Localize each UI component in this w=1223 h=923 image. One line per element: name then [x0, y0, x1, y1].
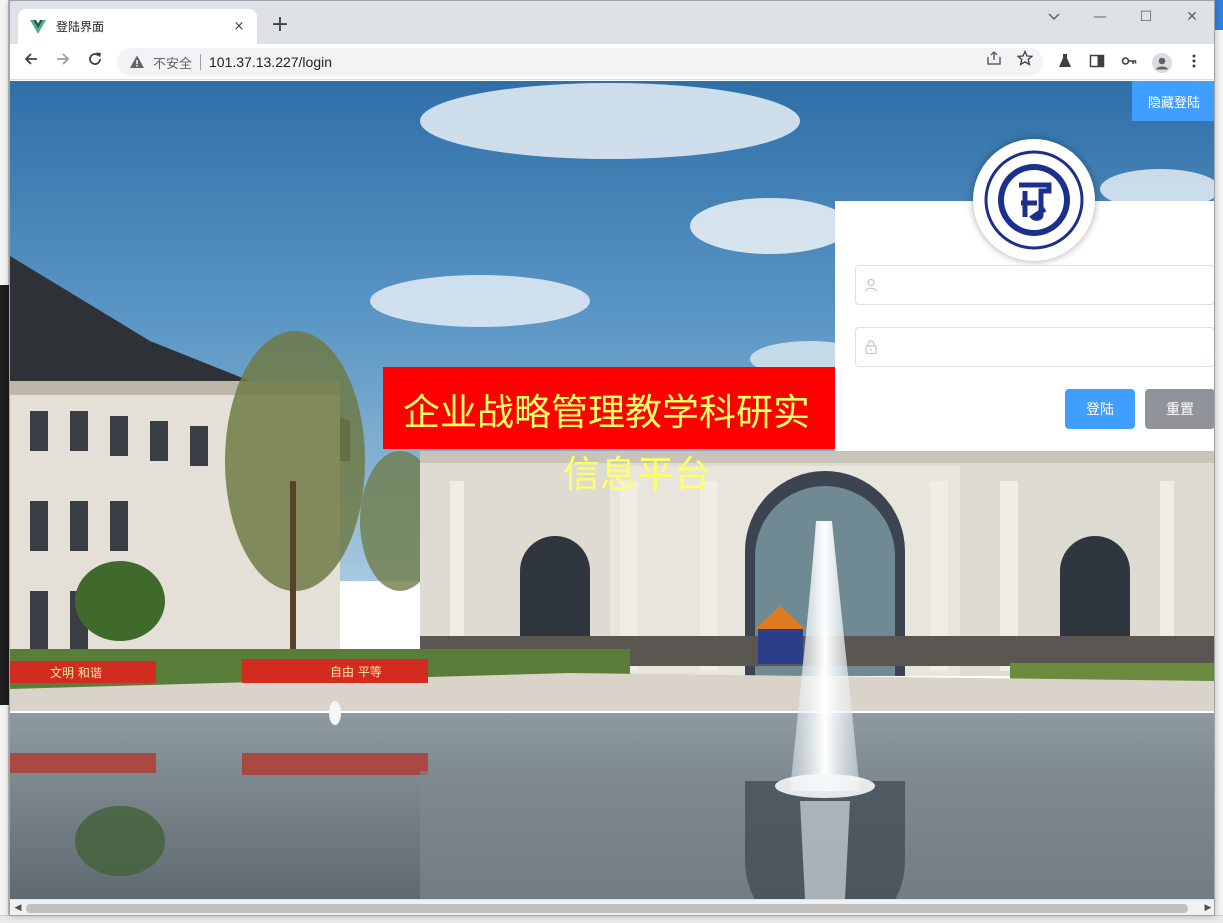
platform-title-line2: 信息平台	[563, 453, 711, 496]
tab-search-chevron-icon[interactable]	[1038, 7, 1070, 27]
platform-title-banner: 企业战略管理教学科研实	[383, 367, 843, 449]
username-field[interactable]	[855, 265, 1214, 305]
sign-left-text: 文明 和谐	[50, 665, 102, 680]
browser-tab[interactable]: 登陆界面 ×	[18, 9, 257, 44]
url-text[interactable]: 101.37.13.227/login	[209, 54, 332, 70]
tab-title: 登陆界面	[56, 20, 105, 34]
warning-triangle-icon	[130, 55, 144, 68]
address-bar[interactable]: 不安全 101.37.13.227/login	[117, 48, 1043, 76]
back-arrow-icon[interactable]	[19, 50, 43, 74]
login-button[interactable]: 登陆	[1065, 389, 1135, 429]
university-logo	[973, 139, 1095, 261]
browser-toolbar: 不安全 101.37.13.227/login	[10, 44, 1214, 80]
hide-login-button[interactable]: 隐藏登陆	[1132, 81, 1214, 121]
sign-right-text: 自由 平等	[330, 665, 382, 679]
vue-logo-icon	[30, 19, 46, 34]
horizontal-scrollbar[interactable]: ◀ ▶	[10, 899, 1214, 915]
minimize-button[interactable]: —	[1084, 7, 1116, 27]
tab-close-icon[interactable]: ×	[231, 19, 247, 34]
desktop-right-edge	[1214, 0, 1223, 923]
more-menu-icon[interactable]	[1185, 53, 1203, 71]
side-panel-icon[interactable]	[1088, 53, 1106, 71]
security-label[interactable]: 不安全	[153, 53, 192, 72]
scroll-left-arrow-icon[interactable]: ◀	[12, 902, 24, 914]
scrollbar-thumb[interactable]	[26, 904, 1188, 913]
omnibox-divider	[200, 54, 202, 70]
profile-avatar-icon[interactable]	[1152, 53, 1172, 73]
password-key-icon[interactable]	[1120, 53, 1138, 71]
forward-arrow-icon[interactable]	[51, 50, 75, 74]
reset-button[interactable]: 重置	[1145, 389, 1214, 429]
labs-flask-icon[interactable]	[1056, 53, 1074, 71]
user-icon	[864, 278, 878, 292]
lock-icon	[865, 340, 877, 354]
browser-titlebar: 登陆界面 × + — ☐ ✕	[10, 1, 1214, 44]
login-page: 文明 和谐 自由 平等 企业战略管理教学科研实 信息平台 隐藏登陆 登陆 重置	[10, 81, 1214, 899]
reload-icon[interactable]	[83, 50, 107, 74]
username-input[interactable]	[886, 267, 1214, 303]
password-input[interactable]	[886, 329, 1214, 365]
desktop-left-edge	[0, 0, 9, 923]
browser-window: 登陆界面 × + — ☐ ✕ 不安全 101.37.13.227/login 文…	[9, 0, 1215, 916]
share-icon[interactable]	[985, 50, 1003, 68]
scroll-right-arrow-icon[interactable]: ▶	[1202, 902, 1214, 914]
bookmark-star-icon[interactable]	[1016, 49, 1034, 68]
close-window-button[interactable]: ✕	[1176, 7, 1208, 27]
maximize-button[interactable]: ☐	[1130, 7, 1162, 27]
desktop-bottom-edge	[0, 915, 1223, 923]
password-field[interactable]	[855, 327, 1214, 367]
new-tab-button[interactable]: +	[268, 14, 292, 38]
platform-title-line1: 企业战略管理教学科研实	[403, 391, 810, 434]
